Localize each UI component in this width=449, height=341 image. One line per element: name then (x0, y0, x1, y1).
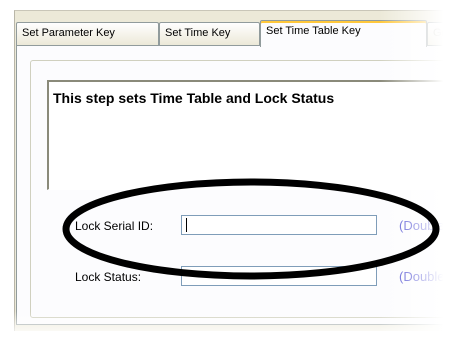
text-caret (186, 218, 187, 232)
tab-label: Get (433, 27, 449, 39)
tab-label: Set Parameter Key (22, 27, 115, 39)
lock-serial-id-input[interactable] (181, 215, 377, 235)
info-box: This step sets Time Table and Lock Statu… (47, 80, 449, 190)
tab-set-parameter-key[interactable]: Set Parameter Key (16, 22, 159, 45)
lock-status-input[interactable] (181, 266, 377, 286)
info-text: This step sets Time Table and Lock Statu… (53, 90, 335, 106)
lock-status-label: Lock Status: (75, 270, 142, 284)
lock-status-hint: (Double (399, 269, 445, 284)
lock-serial-id-hint: (Double (399, 218, 445, 233)
tab-label: Set Time Table Key (266, 25, 361, 37)
tab-set-time-key[interactable]: Set Time Key (159, 22, 260, 45)
lock-serial-id-label: Lock Serial ID: (75, 219, 154, 233)
tab-strip: Set Parameter Key Set Time Key Set Time … (16, 20, 449, 47)
tab-get[interactable]: Get (427, 22, 449, 45)
tab-label: Set Time Key (165, 27, 231, 39)
tab-set-time-table-key[interactable]: Set Time Table Key (260, 20, 427, 47)
